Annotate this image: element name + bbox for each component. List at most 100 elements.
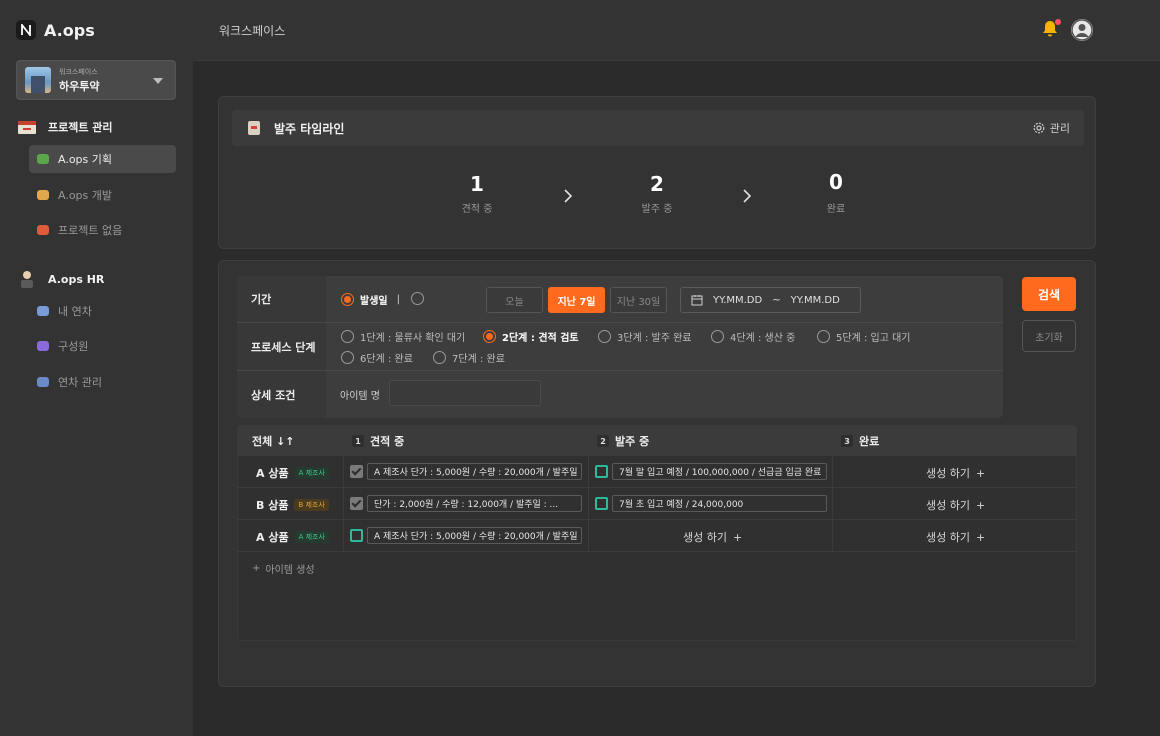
- checkbox[interactable]: [595, 497, 608, 510]
- stage-ordering[interactable]: 2 발주 중: [617, 172, 697, 215]
- order-entry[interactable]: 7월 초 입고 예정 / 24,000,000: [612, 495, 827, 512]
- create-button[interactable]: 생성 하기 +: [683, 529, 742, 545]
- quote-entry[interactable]: A 제조사 단가 : 5,000원 / 수량 : 20,000개 / 발주일 :…: [367, 463, 582, 480]
- product-name[interactable]: B 상품 B 제조사: [256, 497, 329, 513]
- stage-label: 견적 중: [461, 204, 493, 215]
- sidebar: A.ops 워크스페이스 하우투약 프로젝트 관리 A.ops 기획 A.ops…: [0, 0, 193, 736]
- table-row: A 상품 A 제조사 A 제조사 단가 : 5,000원 / 수량 : 20,0…: [238, 520, 1076, 552]
- quote-entry[interactable]: 단가 : 2,000원 / 수량 : 12,000개 / 발주일 : ...: [367, 495, 582, 512]
- nav-group-hr[interactable]: A.ops HR: [16, 270, 104, 288]
- radio-icon: [341, 351, 354, 364]
- column-header-complete: 3 완료: [841, 426, 879, 456]
- create-button[interactable]: 생성 하기 +: [926, 465, 985, 481]
- sidebar-item-label: 연차 관리: [58, 376, 102, 389]
- workspace-small-label: 워크스페이스: [59, 67, 98, 76]
- order-timeline-card: 발주 타임라인 관리 1 견적 중 2 발주 중 0 완료: [218, 96, 1096, 249]
- workspace-name: 하우투약: [59, 79, 100, 93]
- brand[interactable]: A.ops: [16, 20, 95, 40]
- column-label: 발주 중: [615, 435, 650, 448]
- process-radio-5[interactable]: 5단계 : 입고 대기: [817, 329, 910, 344]
- chevron-right-icon: [564, 189, 573, 203]
- order-entry[interactable]: 7월 말 입고 예정 / 100,000,000 / 선급금 입금 완료: [612, 463, 827, 480]
- plus-icon: +: [975, 466, 986, 480]
- sort-all-header[interactable]: 전체 ↓↑: [252, 426, 295, 456]
- product-name[interactable]: A 상품 A 제조사: [256, 465, 329, 481]
- sidebar-item-label: 내 연차: [58, 305, 92, 318]
- process-radio-7[interactable]: 7단계 : 완료: [433, 350, 505, 365]
- calendar-icon: [16, 118, 38, 136]
- vendor-badge: B 제조사: [294, 499, 329, 511]
- avatar[interactable]: [1071, 19, 1093, 41]
- sidebar-item-leave-manage[interactable]: 연차 관리: [29, 368, 176, 396]
- plus-icon: +: [975, 498, 986, 512]
- radio-icon: [817, 330, 830, 343]
- sidebar-item-aops-plan[interactable]: A.ops 기획: [29, 145, 176, 173]
- period-button-30days[interactable]: 지난 30일: [610, 287, 667, 313]
- workspace-selector[interactable]: 워크스페이스 하우투약: [16, 60, 176, 100]
- column-header-quoting: 1 견적 중: [352, 426, 404, 456]
- process-radio-2[interactable]: 2단계 : 견적 검토: [483, 329, 579, 344]
- chevron-down-icon: [153, 78, 163, 84]
- plus-icon: +: [252, 563, 261, 574]
- process-step: 4단계: [730, 333, 755, 344]
- table-row: A 상품 A 제조사 A 제조사 단가 : 5,000원 / 수량 : 20,0…: [238, 456, 1076, 488]
- checkbox[interactable]: [350, 529, 363, 542]
- process-text: : 완료: [384, 354, 413, 365]
- create-button[interactable]: 생성 하기 +: [926, 529, 985, 545]
- manage-button[interactable]: 관리: [1033, 120, 1070, 136]
- checkbox[interactable]: [595, 465, 608, 478]
- process-step: 2단계: [502, 333, 528, 344]
- period-button-today[interactable]: 오늘: [486, 287, 543, 313]
- sidebar-item-no-project[interactable]: 프로젝트 없음: [29, 216, 176, 244]
- process-text: : 견적 검토: [527, 333, 579, 344]
- quote-entry[interactable]: A 제조사 단가 : 5,000원 / 수량 : 20,000개 / 발주일 :…: [367, 527, 582, 544]
- process-radio-3[interactable]: 3단계 : 발주 완료: [598, 329, 691, 344]
- sidebar-item-label: 구성원: [58, 340, 89, 353]
- checkbox[interactable]: [350, 465, 363, 478]
- item-name-input[interactable]: [389, 380, 541, 406]
- period-button-7days[interactable]: 지난 7일: [548, 287, 605, 313]
- frog-icon: [37, 154, 49, 164]
- stage-count: 2: [650, 172, 664, 196]
- checkbox[interactable]: [350, 497, 363, 510]
- sidebar-item-members[interactable]: 구성원: [29, 332, 176, 360]
- reset-button[interactable]: 초기화: [1022, 320, 1076, 352]
- filter-label: 프로세스 단계: [237, 323, 326, 370]
- date-type-radio-other[interactable]: [411, 292, 424, 305]
- stage-quoting[interactable]: 1 견적 중: [437, 172, 517, 215]
- filter-row-period: 기간 발생일 | 오늘 지난 7일 지난 30일 YY.MM.DD ~ YY.M…: [237, 276, 1003, 323]
- calendar-icon: [37, 306, 49, 316]
- jacket-icon: [37, 377, 49, 387]
- process-radio-4[interactable]: 4단계 : 생산 중: [711, 329, 795, 344]
- workspace-thumbnail: [25, 67, 51, 93]
- stage-complete[interactable]: 0 완료: [796, 170, 876, 215]
- box-icon: [248, 121, 260, 135]
- process-step: 6단계: [360, 354, 385, 365]
- nav-group-project[interactable]: 프로젝트 관리: [16, 118, 113, 136]
- date-type-radio-occurred[interactable]: 발생일 |: [341, 292, 400, 307]
- table-row: B 상품 B 제조사 단가 : 2,000원 / 수량 : 12,000개 / …: [238, 488, 1076, 520]
- radio-selected-icon: [341, 293, 354, 306]
- top-bar: 워크스페이스: [193, 0, 1160, 61]
- sidebar-item-my-leave[interactable]: 내 연차: [29, 297, 176, 325]
- process-radio-1[interactable]: 1단계 : 물류사 확인 대기: [341, 329, 465, 344]
- date-separator: ~: [772, 294, 781, 306]
- process-step: 5단계: [836, 333, 861, 344]
- step-number: 1: [352, 435, 364, 447]
- search-button[interactable]: 검색: [1022, 277, 1076, 311]
- process-radio-6[interactable]: 6단계 : 완료: [341, 350, 413, 365]
- vendor-badge: A 제조사: [294, 467, 329, 479]
- filter-row-process: 프로세스 단계 1단계 : 물류사 확인 대기 2단계 : 견적 검토 3단계 …: [237, 323, 1003, 371]
- add-item-button[interactable]: + 아이템 생성: [252, 561, 315, 576]
- create-button[interactable]: 생성 하기 +: [926, 497, 985, 513]
- date-range-picker[interactable]: YY.MM.DD ~ YY.MM.DD: [680, 287, 861, 313]
- column-header-ordering: 2 발주 중: [597, 426, 649, 456]
- radio-icon: [341, 330, 354, 343]
- calendar-icon: [691, 295, 703, 306]
- sidebar-item-aops-dev[interactable]: A.ops 개발: [29, 181, 176, 209]
- radio-label: 발생일: [360, 296, 388, 307]
- plus-icon: +: [732, 530, 743, 544]
- plus-icon: +: [975, 530, 986, 544]
- product-name[interactable]: A 상품 A 제조사: [256, 529, 329, 545]
- radio-icon: [433, 351, 446, 364]
